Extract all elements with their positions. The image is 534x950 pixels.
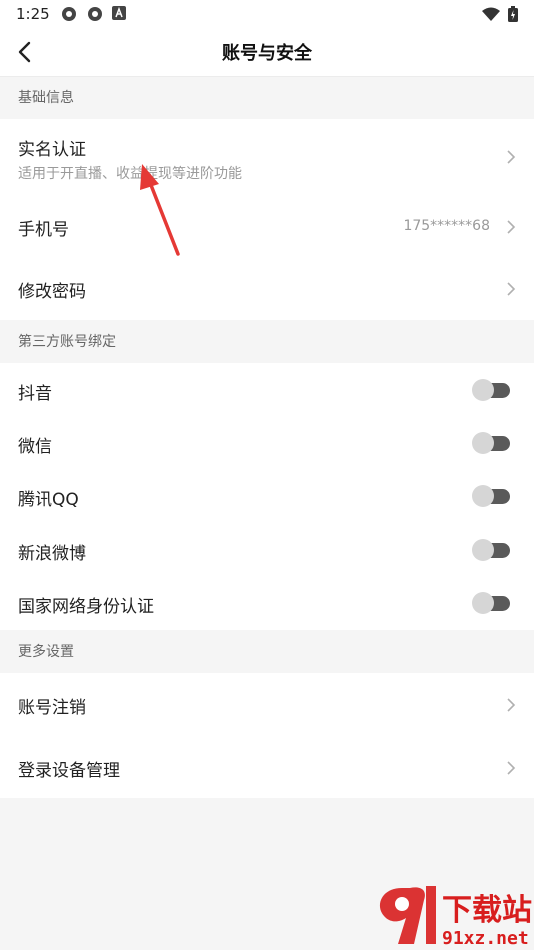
more-settings-group: 账号注销 登录设备管理 [0, 673, 534, 798]
watermark-main-text: 下载站 [442, 893, 532, 928]
notification-icons [60, 6, 126, 22]
douyin-toggle[interactable] [472, 379, 510, 401]
binding-row-national-id: 国家网络身份认证 [0, 576, 534, 630]
weibo-toggle[interactable] [472, 539, 510, 561]
watermark-url-text: 91xz.net [442, 928, 529, 949]
phone-row[interactable]: 手机号 175******68 [0, 195, 534, 259]
status-bar: 1:25 [0, 0, 534, 28]
device-management-row[interactable]: 登录设备管理 [0, 736, 534, 798]
binding-row-qq: 腾讯QQ [0, 469, 534, 523]
system-status-icons [482, 6, 518, 22]
wifi-icon [482, 7, 500, 21]
real-name-auth-row[interactable]: 实名认证 适用于开直播、收益提现等进阶功能 [0, 119, 534, 195]
qq-toggle[interactable] [472, 485, 510, 507]
toggle-knob [472, 539, 494, 561]
binding-label-wechat: 微信 [18, 437, 52, 457]
section-header-third-party: 第三方账号绑定 [0, 321, 534, 363]
cancel-account-label: 账号注销 [18, 698, 86, 718]
toggle-knob [472, 485, 494, 507]
third-party-group: 抖音 微信 腾讯QQ 新浪微博 国家网络身份认证 [0, 363, 534, 630]
toggle-knob [472, 379, 494, 401]
app-notification-icon [88, 7, 102, 21]
binding-row-douyin: 抖音 [0, 363, 534, 416]
binding-row-weibo: 新浪微博 [0, 523, 534, 576]
basic-info-group: 实名认证 适用于开直播、收益提现等进阶功能 手机号 175******68 修改… [0, 119, 534, 320]
app-notification-icon [62, 7, 76, 21]
real-name-auth-subtitle: 适用于开直播、收益提现等进阶功能 [18, 166, 242, 182]
section-header-basic-info: 基础信息 [0, 77, 534, 119]
chevron-right-icon [507, 220, 516, 234]
change-password-label: 修改密码 [18, 282, 86, 302]
phone-label: 手机号 [18, 220, 69, 240]
battery-icon [508, 6, 518, 22]
page-title: 账号与安全 [222, 43, 312, 64]
binding-label-national-id: 国家网络身份认证 [18, 597, 154, 617]
watermark-logo-icon: 下载站 91xz.net [379, 886, 532, 949]
nav-bar: 账号与安全 [0, 28, 534, 77]
chevron-right-icon [507, 698, 516, 712]
phone-value: 175******68 [403, 218, 490, 234]
binding-label-douyin: 抖音 [18, 384, 52, 404]
chevron-right-icon [507, 761, 516, 775]
binding-label-qq: 腾讯QQ [18, 490, 79, 510]
cancel-account-row[interactable]: 账号注销 [0, 673, 534, 736]
binding-row-wechat: 微信 [0, 416, 534, 469]
binding-label-weibo: 新浪微博 [18, 544, 86, 564]
status-time: 1:25 [16, 5, 50, 23]
section-header-more-settings: 更多设置 [0, 631, 534, 673]
toggle-knob [472, 592, 494, 614]
wechat-toggle[interactable] [472, 432, 510, 454]
real-name-auth-label: 实名认证 [18, 140, 86, 160]
national-id-toggle[interactable] [472, 592, 510, 614]
chevron-right-icon [507, 282, 516, 296]
chevron-right-icon [507, 150, 516, 164]
change-password-row[interactable]: 修改密码 [0, 259, 534, 320]
a-notification-icon [112, 6, 126, 20]
toggle-knob [472, 432, 494, 454]
device-management-label: 登录设备管理 [18, 761, 120, 781]
